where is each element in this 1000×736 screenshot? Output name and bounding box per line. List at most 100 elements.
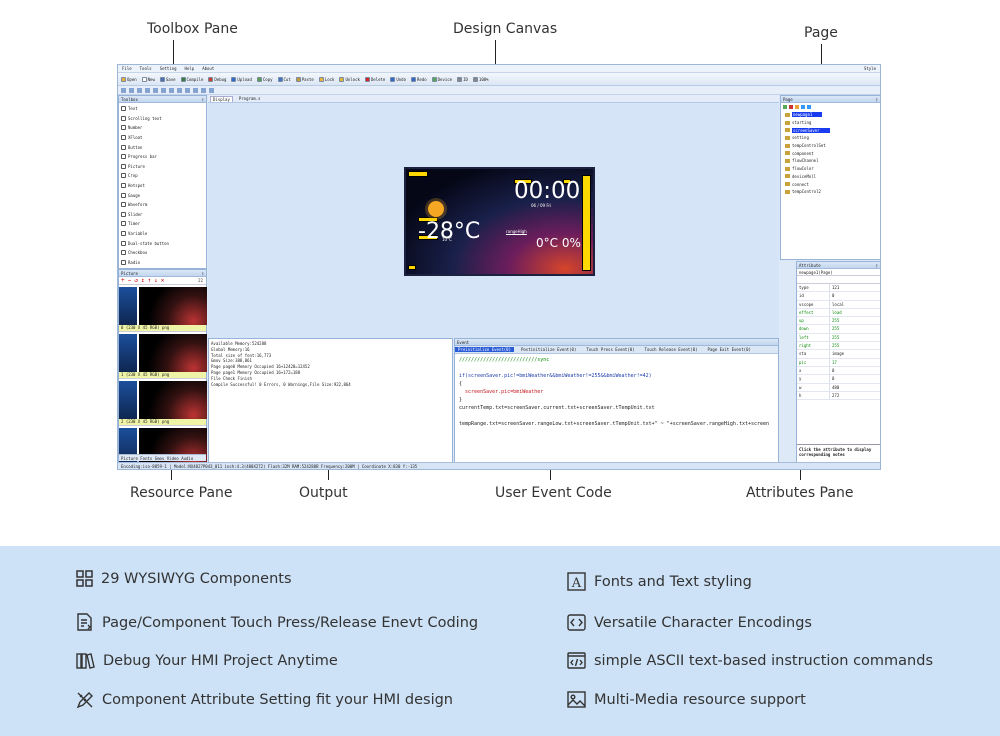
toolbox-item[interactable]: Crop [121, 171, 204, 181]
pin-icon[interactable]: ᛒ [876, 262, 878, 269]
attribute-value[interactable]: 0 [829, 375, 880, 383]
attribute-row[interactable]: y0 [797, 375, 880, 384]
component-marker[interactable] [408, 171, 428, 177]
toolbar-button-cut[interactable]: Cut [277, 76, 291, 82]
attribute-row[interactable]: up 255 [797, 317, 880, 326]
toolbar-button-100[interactable]: 100% [472, 76, 489, 82]
replace-icon[interactable]: ↺ [134, 277, 138, 284]
event-tab[interactable]: Postinitialize Event(0) [518, 347, 579, 352]
align-bottom-icon[interactable] [145, 87, 150, 93]
attribute-value[interactable]: 0 [829, 292, 880, 300]
same-size-icon[interactable] [177, 87, 182, 93]
add-icon[interactable]: + [121, 277, 125, 284]
attribute-row[interactable]: type 121 [797, 284, 880, 293]
attribute-row[interactable]: x0 [797, 366, 880, 376]
trash-icon[interactable]: ✕ [161, 277, 165, 284]
delete-icon[interactable]: − [128, 277, 132, 284]
toolbar-button-compile[interactable]: Compile [180, 76, 203, 82]
attribute-value[interactable]: image [829, 350, 880, 358]
insert-icon[interactable]: ↥ [141, 277, 145, 284]
side-component-marker[interactable] [582, 175, 591, 271]
toolbar-button-upload[interactable]: Upload [231, 76, 252, 82]
picture-resource-item[interactable]: 2 (230 X 45 RGB) png [119, 379, 207, 426]
page-list-item[interactable]: starting [781, 119, 880, 127]
toolbar-button-paste[interactable]: Paste [295, 76, 314, 82]
pin-icon[interactable]: ᛒ [202, 270, 204, 277]
menu-tools[interactable]: Tools [140, 66, 152, 71]
same-width-icon[interactable] [161, 87, 166, 93]
toolbar-button-new[interactable]: New [141, 76, 155, 82]
event-tab[interactable]: Touch Press Event(0) [583, 347, 637, 352]
toolbar-button-debug[interactable]: Debug [208, 76, 226, 82]
align-right-icon[interactable] [129, 87, 134, 93]
attribute-value[interactable]: 121 [829, 284, 880, 292]
page-list-item[interactable]: setting [781, 134, 880, 142]
page-list-item[interactable]: flowChannel [781, 157, 880, 165]
attribute-row[interactable]: sta image [797, 350, 880, 359]
event-tab[interactable]: Touch Release Event(0) [642, 347, 701, 352]
attribute-value[interactable]: 272 [829, 391, 880, 400]
resource-tabs[interactable]: Picture Fonts Gmov Video Audio [119, 454, 206, 461]
attribute-value[interactable]: 255 [829, 333, 880, 342]
bring-front-icon[interactable] [201, 87, 206, 93]
toolbox-item[interactable]: Variable [121, 229, 204, 239]
menu-file[interactable]: File [122, 66, 132, 71]
attribute-value[interactable]: 255 [829, 325, 880, 333]
same-height-icon[interactable] [169, 87, 174, 93]
distribute-h-icon[interactable] [185, 87, 190, 93]
attribute-value[interactable]: 255 [829, 317, 880, 325]
pin-icon[interactable]: ᛒ [202, 96, 204, 103]
menu-setting[interactable]: Setting [160, 66, 177, 71]
toolbox-item[interactable]: XFloat [121, 133, 204, 143]
send-back-icon[interactable] [209, 87, 214, 93]
menu-help[interactable]: Help [185, 66, 195, 71]
attribute-value[interactable]: local [829, 300, 880, 308]
event-tab[interactable]: Preinitialize Event(0) [455, 347, 514, 352]
attribute-row[interactable]: down 255 [797, 325, 880, 334]
align-center-icon[interactable] [153, 87, 158, 93]
toolbar-button-copy[interactable]: Copy [256, 76, 273, 82]
insert-page-icon[interactable] [795, 105, 799, 109]
toolbar-button-open[interactable]: Open [121, 76, 137, 82]
attribute-row[interactable]: right 255 [797, 342, 880, 351]
toolbox-item[interactable]: Gauge [121, 190, 204, 200]
page-list-item[interactable]: screenSaver [781, 126, 880, 134]
toolbar-button-redo[interactable]: Redo [410, 76, 427, 82]
toolbar-button-lock[interactable]: Lock [318, 76, 334, 82]
toolbox-item[interactable]: Slider [121, 210, 204, 220]
align-left-icon[interactable] [121, 87, 126, 93]
attribute-object-select[interactable]: newpage1(Page) [797, 269, 880, 276]
picture-resource-item[interactable]: 1 (230 X 45 RGB) png [119, 332, 207, 379]
move-up-icon[interactable]: ↑ [148, 277, 152, 284]
page-list-item[interactable]: connect [781, 180, 880, 188]
toolbar-button-unlock[interactable]: Unlock [339, 76, 360, 82]
attribute-row[interactable]: h 272 [797, 391, 880, 401]
toolbar-button-save[interactable]: Save [159, 76, 176, 82]
hmi-preview-screen[interactable]: 00:00 06 / 09 Fri -28°C 10°C rangeHigh 0… [404, 167, 595, 276]
toolbar-button-device[interactable]: Device [431, 76, 452, 82]
toolbox-item[interactable]: Dual-state button [121, 238, 204, 248]
picture-resource-item[interactable]: 0 (230 X 45 RGB) png [119, 285, 207, 332]
page-list-item[interactable]: tempControlSet [781, 142, 880, 150]
attribute-value[interactable]: 0 [829, 366, 880, 375]
toolbar-button-undo[interactable]: Undo [390, 76, 406, 82]
attribute-row[interactable]: id 0 [797, 292, 880, 301]
attribute-value[interactable]: 480 [829, 383, 880, 391]
toolbox-item[interactable]: Number [121, 123, 204, 133]
toolbox-item[interactable]: Progress bar [121, 152, 204, 162]
attribute-row[interactable]: vscope local [797, 300, 880, 309]
distribute-v-icon[interactable] [193, 87, 198, 93]
page-list-item[interactable]: tempControl2 [781, 188, 880, 196]
style-menu[interactable]: Style [864, 66, 876, 71]
align-top-icon[interactable] [137, 87, 142, 93]
page-list-item[interactable]: deviceMoll [781, 173, 880, 181]
component-marker[interactable] [408, 265, 416, 270]
toolbox-item[interactable]: Hotspot [121, 181, 204, 191]
toolbox-item[interactable]: Radio [121, 258, 204, 268]
tab-program[interactable]: Program.s [239, 96, 261, 101]
move-page-up-icon[interactable] [801, 105, 805, 109]
page-list-item[interactable]: flowColor [781, 165, 880, 173]
toolbox-item[interactable]: Picture [121, 162, 204, 172]
toolbar-button-delete[interactable]: Delete [364, 76, 385, 82]
menu-about[interactable]: About [202, 66, 214, 71]
